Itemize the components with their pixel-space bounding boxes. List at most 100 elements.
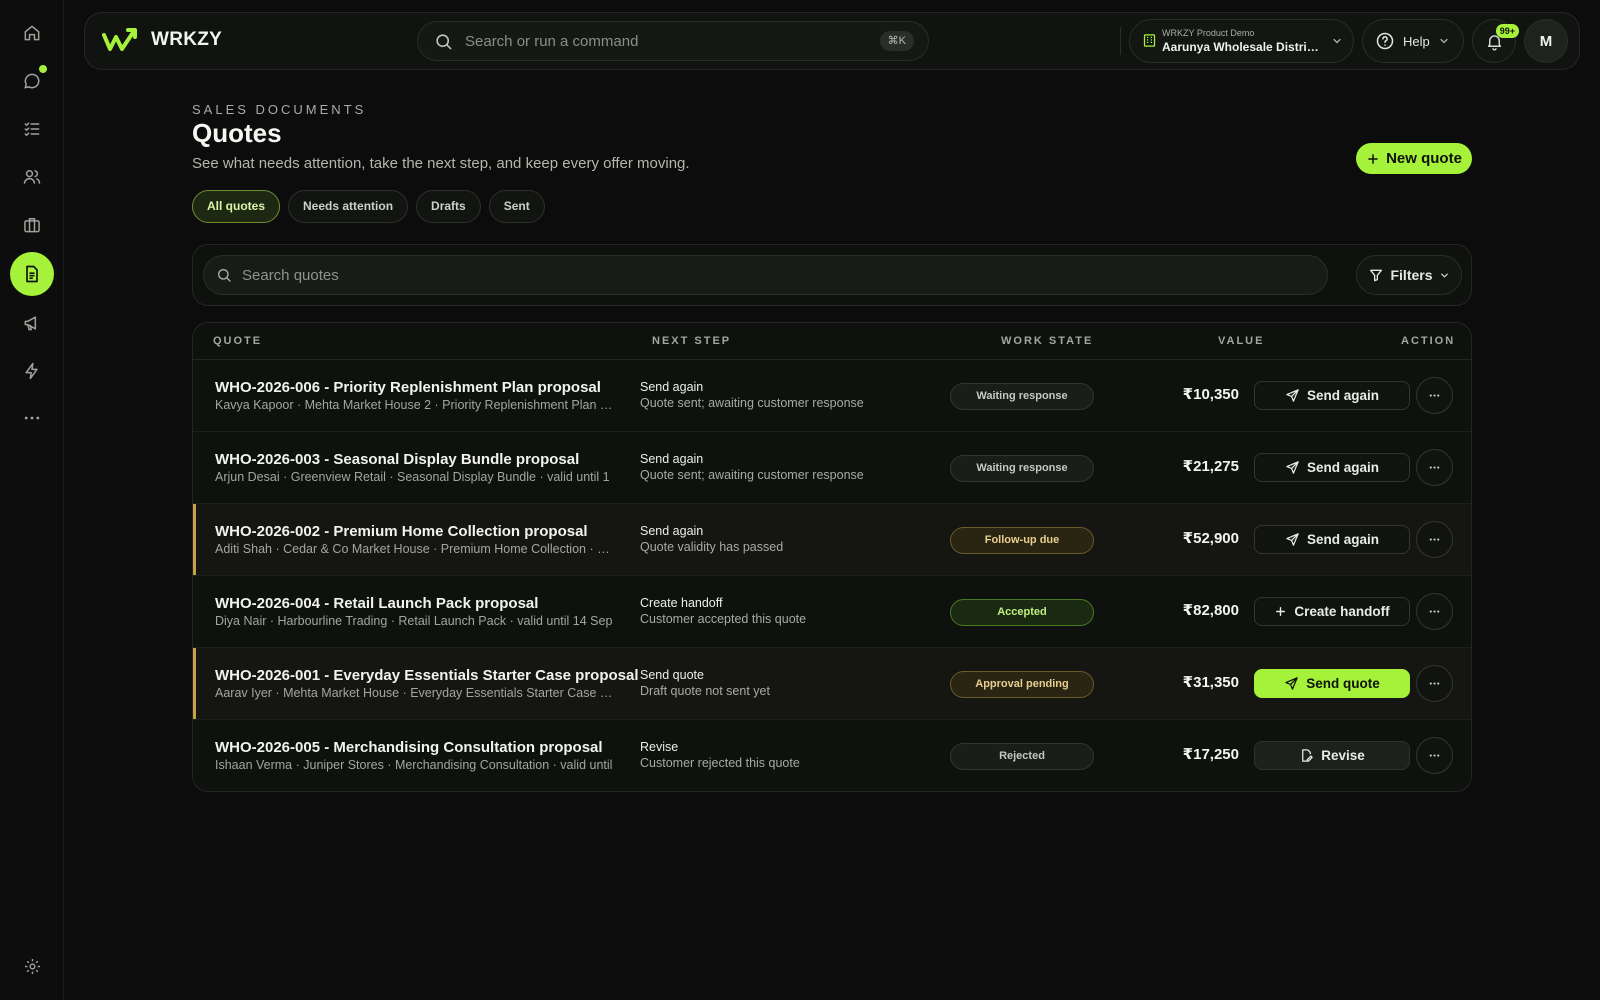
row-action-button[interactable]: Send again [1254, 381, 1410, 410]
org-switcher-value: Aarunya Wholesale Distributors [1162, 40, 1322, 54]
quote-value: ₹52,900 [1182, 530, 1239, 547]
row-more-button[interactable] [1416, 521, 1453, 558]
quote-title[interactable]: WHO-2026-006 - Priority Replenishment Pl… [215, 379, 601, 396]
chat-icon[interactable] [10, 59, 54, 103]
next-step-label: Create handoff [640, 596, 723, 610]
row-more-button[interactable] [1416, 449, 1453, 486]
search-icon [216, 267, 232, 283]
row-action-button[interactable]: Revise [1254, 741, 1410, 770]
more-horizontal-icon [1427, 532, 1442, 547]
table-row[interactable]: WHO-2026-004 - Retail Launch Pack propos… [193, 576, 1471, 648]
row-action-label: Send again [1306, 460, 1379, 475]
left-rail [0, 0, 64, 1000]
divider [1120, 27, 1121, 55]
send-icon [1285, 532, 1300, 547]
plus-icon [1274, 605, 1287, 618]
send-icon [1284, 676, 1299, 691]
next-step-detail: Customer rejected this quote [640, 756, 800, 770]
row-more-button[interactable] [1416, 593, 1453, 630]
filters-button[interactable]: Filters [1356, 255, 1462, 295]
more-horizontal-icon [1427, 676, 1442, 691]
help-label: Help [1403, 33, 1430, 49]
home-icon[interactable] [10, 11, 54, 55]
work-state-badge: Follow-up due [950, 527, 1094, 554]
table-row[interactable]: WHO-2026-001 - Everyday Essentials Start… [193, 648, 1471, 720]
row-more-button[interactable] [1416, 377, 1453, 414]
command-search[interactable]: Search or run a command ⌘K [417, 21, 929, 61]
quote-title[interactable]: WHO-2026-002 - Premium Home Collection p… [215, 523, 588, 540]
briefcase-icon[interactable] [10, 203, 54, 247]
quotes-table: QUOTE NEXT STEP WORK STATE VALUE ACTION … [192, 322, 1472, 792]
org-switcher[interactable]: WRKZY Product Demo Aarunya Wholesale Dis… [1129, 19, 1354, 63]
send-icon [1285, 460, 1300, 475]
bolt-icon[interactable] [10, 349, 54, 393]
user-avatar[interactable]: M [1524, 19, 1568, 63]
row-action-button[interactable]: Send again [1254, 453, 1410, 482]
table-row[interactable]: WHO-2026-002 - Premium Home Collection p… [193, 504, 1471, 576]
table-row[interactable]: WHO-2026-003 - Seasonal Display Bundle p… [193, 432, 1471, 504]
work-state-badge: Approval pending [950, 671, 1094, 698]
row-more-button[interactable] [1416, 665, 1453, 702]
quote-title[interactable]: WHO-2026-001 - Everyday Essentials Start… [215, 667, 639, 684]
tab-sent[interactable]: Sent [488, 190, 545, 223]
settings-icon[interactable] [10, 944, 54, 988]
chevron-down-icon [1438, 35, 1450, 47]
work-state-badge: Waiting response [950, 383, 1094, 410]
row-action-label: Create handoff [1294, 604, 1390, 619]
table-row[interactable]: WHO-2026-006 - Priority Replenishment Pl… [193, 360, 1471, 432]
column-header-work-state[interactable]: WORK STATE [1001, 335, 1093, 347]
row-action-label: Send quote [1306, 676, 1380, 691]
tasks-icon[interactable] [10, 107, 54, 151]
page-eyebrow: SALES DOCUMENTS [192, 102, 367, 117]
row-action-button[interactable]: Send quote [1254, 669, 1410, 698]
tab-needs-attention[interactable]: Needs attention [288, 190, 409, 223]
search-quotes-placeholder: Search quotes [242, 266, 339, 284]
quote-title[interactable]: WHO-2026-005 - Merchandising Consultatio… [215, 739, 603, 756]
column-header-value[interactable]: VALUE [1218, 335, 1264, 347]
column-header-action[interactable]: ACTION [1401, 335, 1455, 347]
row-more-button[interactable] [1416, 737, 1453, 774]
work-state-badge: Waiting response [950, 455, 1094, 482]
quote-meta: Kavya Kapoor · Mehta Market House 2 · Pr… [215, 398, 615, 412]
page-title: Quotes [192, 118, 282, 148]
quote-tabs: All quotes Needs attention Drafts Sent [192, 190, 545, 223]
brand[interactable]: WRKZY [101, 27, 222, 53]
quotes-document-icon[interactable] [10, 252, 54, 296]
more-horizontal-icon [1427, 748, 1442, 763]
search-quotes-input[interactable]: Search quotes [203, 255, 1328, 295]
next-step-label: Revise [640, 740, 679, 754]
quote-value: ₹21,275 [1182, 458, 1239, 475]
brand-logo-icon [101, 27, 139, 53]
edit-document-icon [1299, 748, 1314, 763]
quote-value: ₹17,250 [1182, 746, 1239, 763]
tab-all-quotes[interactable]: All quotes [192, 190, 281, 223]
row-action-button[interactable]: Send again [1254, 525, 1410, 554]
megaphone-icon[interactable] [10, 301, 54, 345]
tab-drafts[interactable]: Drafts [416, 190, 481, 223]
brand-name: WRKZY [151, 29, 223, 50]
next-step-label: Send quote [640, 668, 704, 682]
people-icon[interactable] [10, 155, 54, 199]
new-quote-button[interactable]: New quote [1356, 143, 1472, 174]
quote-meta: Ishaan Verma · Juniper Stores · Merchand… [215, 758, 613, 772]
column-header-quote[interactable]: QUOTE [213, 335, 262, 347]
next-step-label: Send again [640, 380, 704, 394]
notifications-button[interactable]: 99+ [1472, 19, 1519, 63]
top-bar: WRKZY Search or run a command ⌘K WRKZY P… [84, 12, 1580, 70]
quote-title[interactable]: WHO-2026-004 - Retail Launch Pack propos… [215, 595, 538, 612]
help-button[interactable]: Help [1362, 19, 1464, 63]
row-action-button[interactable]: Create handoff [1254, 597, 1410, 626]
building-icon [1142, 33, 1157, 48]
quote-meta: Aarav Iyer · Mehta Market House · Everyd… [215, 686, 615, 700]
table-row[interactable]: WHO-2026-005 - Merchandising Consultatio… [193, 720, 1471, 791]
next-step-detail: Quote validity has passed [640, 540, 784, 554]
quote-value: ₹82,800 [1182, 602, 1239, 619]
quote-meta: Aditi Shah · Cedar & Co Market House · P… [215, 542, 615, 556]
next-step-label: Send again [640, 524, 704, 538]
search-panel: Search quotes Filters [192, 244, 1472, 306]
quote-title[interactable]: WHO-2026-003 - Seasonal Display Bundle p… [215, 451, 579, 468]
more-icon[interactable] [10, 396, 54, 440]
plus-icon [1366, 152, 1380, 166]
column-header-next-step[interactable]: NEXT STEP [652, 335, 731, 347]
quote-value: ₹10,350 [1182, 386, 1239, 403]
